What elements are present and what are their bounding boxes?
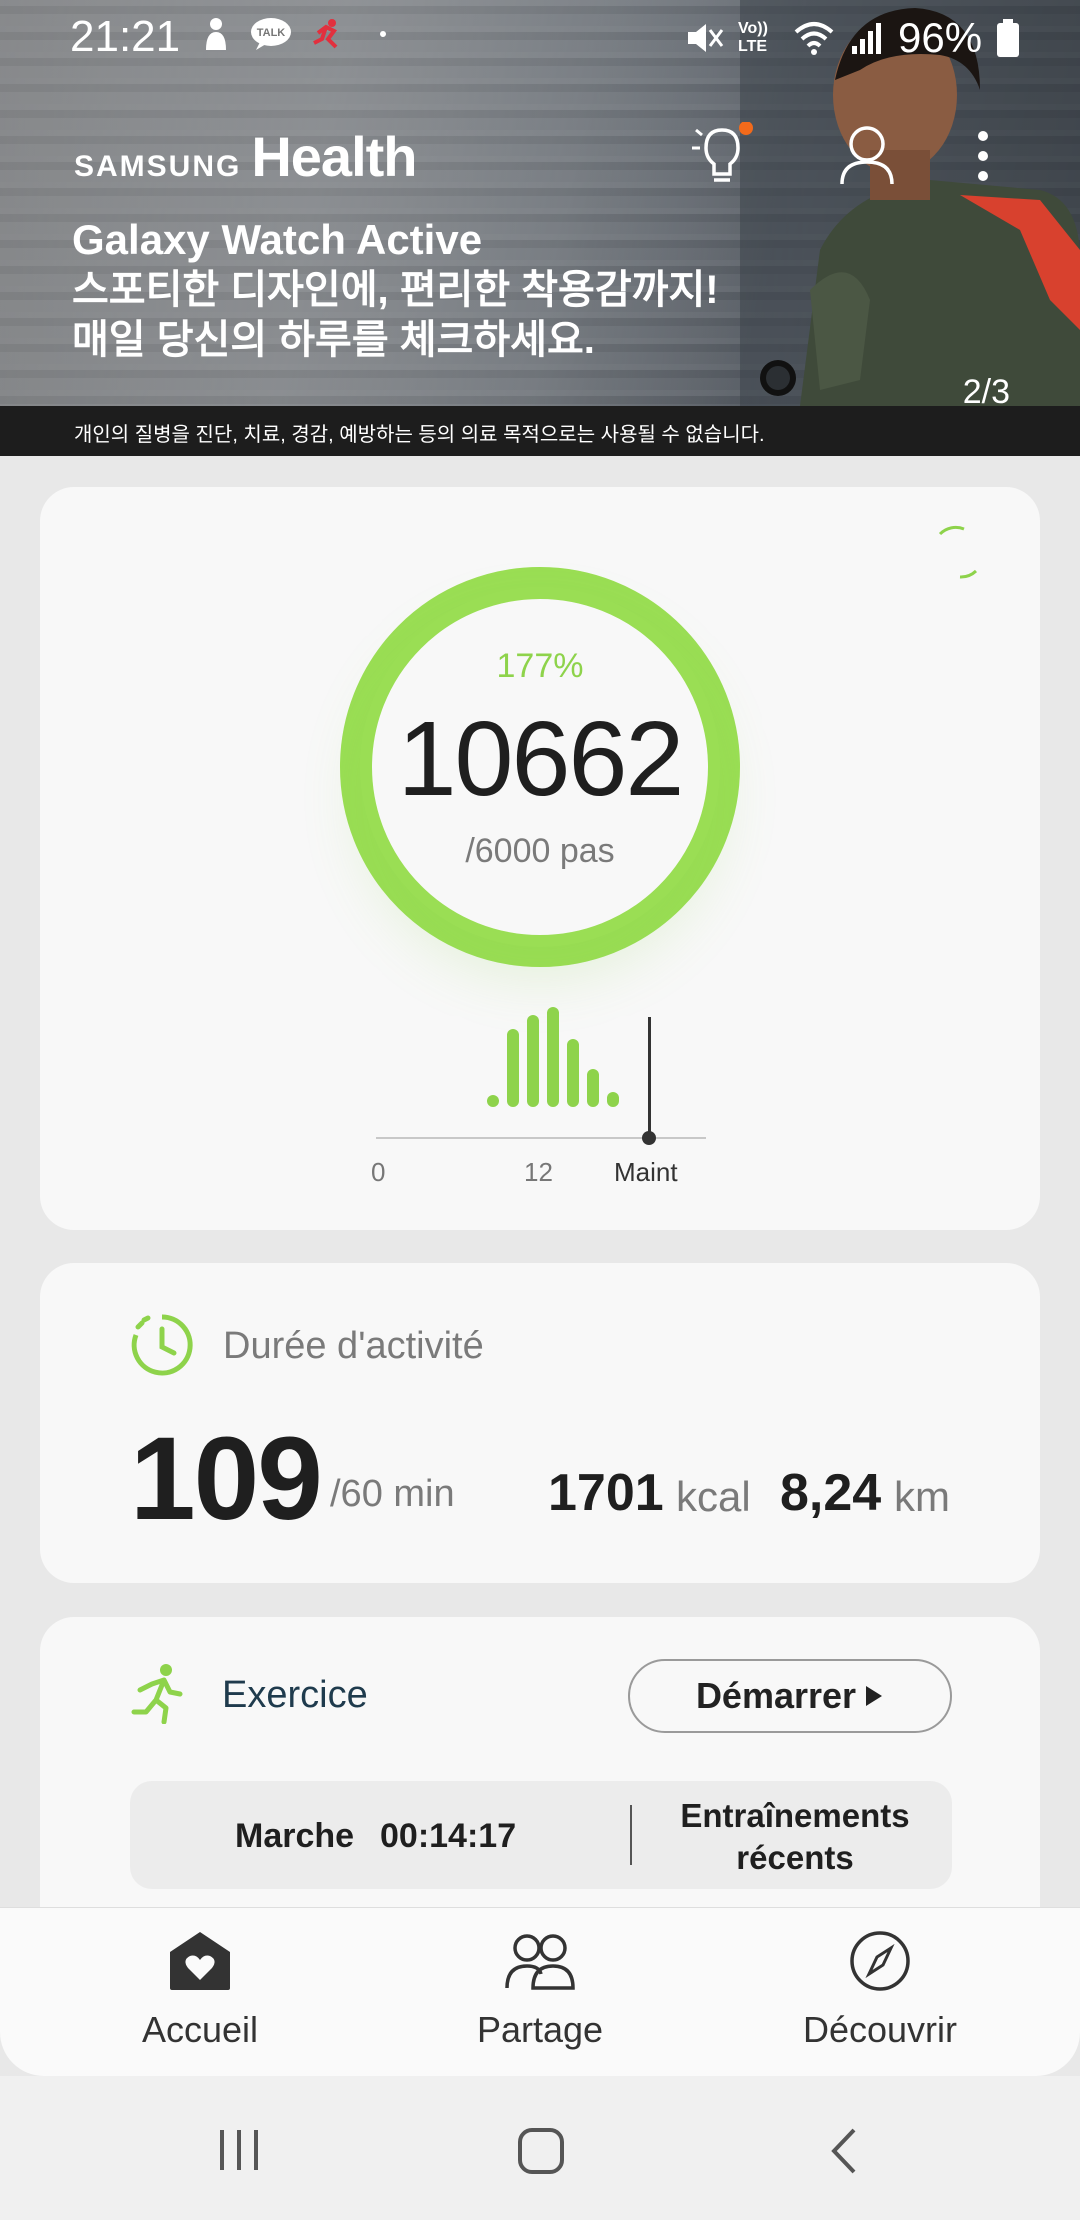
- tick-label-start: 0: [371, 1157, 386, 1187]
- recent-workouts-link[interactable]: Entraînements récents: [650, 1795, 940, 1879]
- nav-home[interactable]: Accueil: [80, 1930, 320, 2051]
- medical-disclaimer: 개인의 질병을 진단, 치료, 경감, 예방하는 등의 의료 목적으로는 사용될…: [0, 406, 1080, 456]
- status-time: 21:21: [70, 12, 181, 61]
- exercise-card[interactable]: Exercice Démarrer Marche 00:14:17 Entraî…: [40, 1617, 1040, 1917]
- play-icon: [866, 1686, 883, 1706]
- steps-count: 10662: [397, 700, 685, 818]
- start-button-label: Démarrer: [695, 1675, 857, 1716]
- mute-icon: [688, 24, 724, 52]
- brand-health: Health: [251, 125, 417, 188]
- profile-icon[interactable]: [836, 122, 898, 186]
- svg-text:TALK: TALK: [257, 27, 286, 39]
- system-status-icons: Vo)) LTE 96%: [684, 14, 1020, 62]
- notification-app-icon: [206, 18, 226, 50]
- tips-lightbulb-icon[interactable]: [690, 122, 754, 188]
- exercise-title: Exercice: [222, 1674, 368, 1716]
- home-icon: [170, 1932, 230, 1990]
- brand-samsung: SAMSUNG: [74, 150, 242, 183]
- recent-row-divider: [630, 1805, 632, 1865]
- tick-label-now: Maint: [614, 1157, 678, 1187]
- now-marker-dot: [642, 1131, 656, 1145]
- more-options-icon[interactable]: [974, 130, 992, 182]
- people-icon: [505, 1934, 575, 1990]
- active-time-title: Durée d'activité: [223, 1325, 484, 1367]
- battery-icon: [997, 19, 1020, 57]
- banner-title: Galaxy Watch Active: [72, 216, 483, 263]
- wifi-icon: [794, 22, 834, 55]
- nav-together-label: Partage: [476, 2009, 604, 2050]
- kakaotalk-icon: TALK: [251, 18, 291, 50]
- recent-workout-duration: 00:14:17: [380, 1817, 517, 1855]
- now-marker-line: [648, 1017, 651, 1137]
- notification-icons: TALK: [200, 16, 386, 52]
- hourly-axis: [376, 1137, 706, 1139]
- steps-goal: /6000 pas: [465, 832, 615, 870]
- compass-icon: [850, 1931, 910, 1991]
- hourly-bar: [527, 1015, 539, 1107]
- steps-percent: 177%: [496, 647, 584, 685]
- battery-percent: 96%: [898, 14, 983, 61]
- more-notifications-dot: [380, 31, 386, 37]
- nav-discover-label: Découvrir: [802, 2009, 958, 2050]
- distance-unit: km: [894, 1473, 950, 1520]
- calories-unit: kcal: [676, 1473, 751, 1520]
- back-icon[interactable]: [826, 2126, 862, 2176]
- active-time-card[interactable]: Durée d'activité 109 /60 min 1701 kcal 8…: [40, 1263, 1040, 1583]
- home-button-icon[interactable]: [516, 2126, 566, 2176]
- active-minutes: 109: [130, 1413, 323, 1545]
- bottom-navigation: Accueil Partage Découvrir: [0, 1908, 1080, 2076]
- nav-discover[interactable]: Découvrir: [760, 1930, 1000, 2051]
- recent-apps-icon[interactable]: [216, 2126, 262, 2174]
- distance-value: 8,24: [780, 1464, 882, 1522]
- nav-together[interactable]: Partage: [420, 1930, 660, 2051]
- recent-workout-row[interactable]: Marche 00:14:17 Entraînements récents: [130, 1781, 952, 1889]
- banner-line-1: 스포티한 디자인에, 편리한 착용감까지!: [72, 268, 719, 312]
- hourly-bar: [587, 1069, 599, 1107]
- promo-banner[interactable]: 21:21 TALK Vo)) LTE 96% SAMSUNG Health G…: [0, 0, 1080, 456]
- volte-lte-icon: Vo)) LTE: [738, 20, 768, 55]
- samsung-health-logo: SAMSUNG Health: [74, 124, 418, 189]
- system-navigation-bar: [0, 2076, 1080, 2220]
- tick-label-noon: 12: [524, 1157, 553, 1187]
- hourly-bar: [487, 1095, 499, 1107]
- nav-home-label: Accueil: [141, 2009, 259, 2050]
- active-minutes-goal: /60 min: [330, 1473, 455, 1515]
- signal-icon: [852, 23, 881, 54]
- running-person-icon: [131, 1664, 183, 1724]
- hourly-bar: [607, 1092, 619, 1107]
- recent-workout-type: Marche: [235, 1817, 355, 1855]
- banner-text: Galaxy Watch Active 스포티한 디자인에, 편리한 착용감까지…: [72, 215, 719, 365]
- running-app-icon: [313, 19, 338, 49]
- hourly-bar: [567, 1039, 579, 1107]
- sync-spinner-icon: [938, 525, 978, 579]
- hourly-bar: [507, 1029, 519, 1107]
- active-time-clock-icon: [131, 1314, 193, 1376]
- steps-card[interactable]: 177% 10662 /6000 pas 0 12 Maint: [40, 487, 1040, 1230]
- hourly-steps-bars: [487, 1007, 619, 1107]
- start-exercise-button[interactable]: Démarrer: [628, 1659, 952, 1733]
- hourly-bar: [547, 1007, 559, 1107]
- status-bar: 21:21 TALK Vo)) LTE 96%: [0, 0, 1080, 76]
- calories-value: 1701: [548, 1464, 664, 1522]
- banner-line-2: 매일 당신의 하루를 체크하세요.: [72, 318, 595, 362]
